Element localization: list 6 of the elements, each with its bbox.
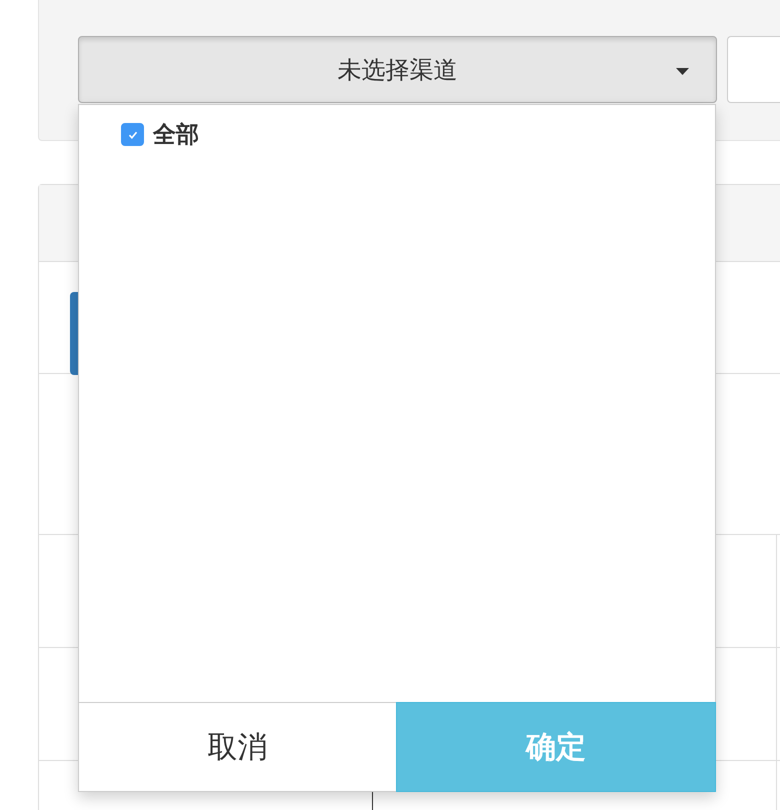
cancel-button[interactable]: 取消 <box>78 702 396 792</box>
input-field[interactable] <box>727 36 780 103</box>
channel-dropdown[interactable]: 未选择渠道 <box>78 36 717 103</box>
checkbox[interactable] <box>121 123 144 146</box>
option-item[interactable]: 全部 <box>121 119 199 150</box>
caret-icon <box>676 68 689 75</box>
